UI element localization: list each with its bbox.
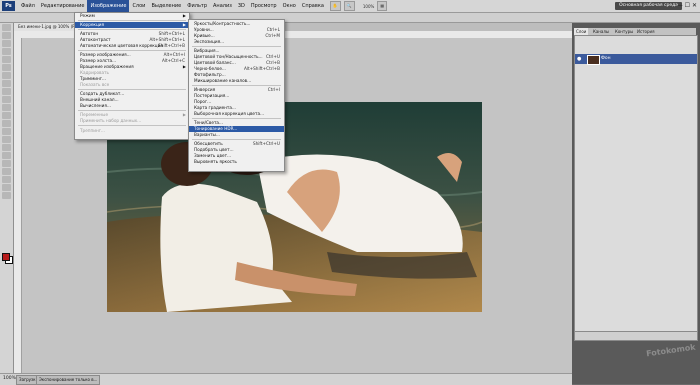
eraser-tool-icon[interactable] xyxy=(2,104,11,111)
menu-separator xyxy=(192,139,281,140)
menu-file[interactable]: Файл xyxy=(18,0,38,12)
menu-filter[interactable]: Фильтр xyxy=(184,0,210,12)
zoom-tool-button[interactable]: 🔍 xyxy=(343,1,355,11)
window-controls[interactable]: — ☐ ✕ xyxy=(677,2,697,9)
menu-edit[interactable]: Редактирование xyxy=(38,0,88,12)
menu-separator xyxy=(192,46,281,47)
adjustments-submenu: Яркость/Контрастность... Уровни... Ctrl+L… xyxy=(188,19,285,172)
menu-separator xyxy=(78,20,186,21)
photoshop-logo: Ps xyxy=(2,1,15,11)
menu-view[interactable]: Просмотр xyxy=(248,0,280,12)
eye-icon[interactable]: ● xyxy=(577,56,583,62)
menu-item-variations[interactable]: Варианты... xyxy=(189,132,284,138)
menu-layers[interactable]: Слои xyxy=(129,0,148,12)
layer-thumbnail xyxy=(587,55,600,65)
layer-row[interactable]: ● Фон xyxy=(575,54,697,65)
crop-tool-icon[interactable] xyxy=(2,56,11,63)
hand-tool-icon[interactable] xyxy=(2,184,11,191)
vertical-ruler[interactable] xyxy=(14,38,22,373)
menu-separator xyxy=(78,89,186,90)
menu-item-calculations[interactable]: Вычисления... xyxy=(75,103,189,109)
menu-window[interactable]: Окно xyxy=(280,0,299,12)
clone-stamp-tool-icon[interactable] xyxy=(2,88,11,95)
layer-name: Фон xyxy=(601,56,611,61)
eyedropper-tool-icon[interactable] xyxy=(2,64,11,71)
type-tool-icon[interactable] xyxy=(2,144,11,151)
status-bar: 100% Загрузк... Экспонирование только в.… xyxy=(0,373,572,385)
menu-item-auto-color[interactable]: Автоматическая цветовая коррекция Shift+C… xyxy=(75,43,189,49)
submenu-arrow-icon: ▶ xyxy=(182,22,186,27)
menu-item-trap[interactable]: Треппинг... xyxy=(75,128,189,134)
gradient-tool-icon[interactable] xyxy=(2,112,11,119)
menu-item-selective-color[interactable]: Выборочная коррекция цвета... xyxy=(189,111,284,117)
image-menu-dropdown: Режим ▶ Коррекция ▶ Автотон Shift+Ctrl+L Ав… xyxy=(74,12,190,140)
workspace-button[interactable]: Основная рабочая среда xyxy=(615,2,682,10)
shape-tool-icon[interactable] xyxy=(2,160,11,167)
menu-analysis[interactable]: Анализ xyxy=(210,0,235,12)
menu-separator xyxy=(78,110,186,111)
arrange-docs-button[interactable]: ▦ xyxy=(377,1,388,11)
brush-tool-icon[interactable] xyxy=(2,80,11,87)
menu-separator xyxy=(78,125,186,126)
layers-panel: ● Фон xyxy=(574,35,698,332)
zoom-tool-icon[interactable] xyxy=(2,192,11,199)
layers-panel-footer xyxy=(574,331,698,341)
menu-image[interactable]: Изображение xyxy=(87,0,130,12)
toolbox xyxy=(0,23,14,373)
dodge-tool-icon[interactable] xyxy=(2,128,11,135)
menu-item-reveal-all[interactable]: Показать все xyxy=(75,82,189,88)
menu-select[interactable]: Выделение xyxy=(148,0,184,12)
blur-tool-icon[interactable] xyxy=(2,120,11,127)
tab-history[interactable]: История xyxy=(635,28,657,35)
tab-paths[interactable]: Контуры xyxy=(613,28,635,35)
menu-item-channel-mixer[interactable]: Микширование каналов... xyxy=(189,78,284,84)
3d-rotate-tool-icon[interactable] xyxy=(2,168,11,175)
marquee-tool-icon[interactable] xyxy=(2,32,11,39)
menu-item-mode[interactable]: Режим ▶ xyxy=(75,13,189,19)
3d-orbit-tool-icon[interactable] xyxy=(2,176,11,183)
submenu-arrow-icon: ▶ xyxy=(182,13,186,18)
move-tool-icon[interactable] xyxy=(2,24,11,31)
menu-separator xyxy=(78,29,186,30)
status-zoom[interactable]: 100% xyxy=(3,376,16,381)
menu-3d[interactable]: 3D xyxy=(235,0,248,12)
path-select-tool-icon[interactable] xyxy=(2,152,11,159)
layers-panel-tabs: Слои Каналы Контуры История xyxy=(574,28,696,35)
menu-help[interactable]: Справка xyxy=(299,0,327,12)
menu-separator xyxy=(192,118,281,119)
lasso-tool-icon[interactable] xyxy=(2,40,11,47)
pen-tool-icon[interactable] xyxy=(2,136,11,143)
menu-item-apply-data-set[interactable]: Применить набор данных... xyxy=(75,118,189,124)
tab-channels[interactable]: Каналы xyxy=(591,28,611,35)
quick-select-tool-icon[interactable] xyxy=(2,48,11,55)
history-brush-tool-icon[interactable] xyxy=(2,96,11,103)
menu-separator xyxy=(78,50,186,51)
foreground-color-swatch[interactable] xyxy=(2,253,10,261)
hand-tool-button[interactable]: ✋ xyxy=(329,1,341,11)
menu-item-adjustments[interactable]: Коррекция ▶ xyxy=(75,22,189,28)
menu-item-exposure[interactable]: Экспозиция... xyxy=(189,39,284,45)
healing-brush-tool-icon[interactable] xyxy=(2,72,11,79)
menu-separator xyxy=(192,85,281,86)
tab-layers[interactable]: Слои xyxy=(574,28,589,35)
menu-item-equalize[interactable]: Выровнять яркость xyxy=(189,159,284,165)
zoom-level[interactable]: 100% xyxy=(363,4,374,9)
